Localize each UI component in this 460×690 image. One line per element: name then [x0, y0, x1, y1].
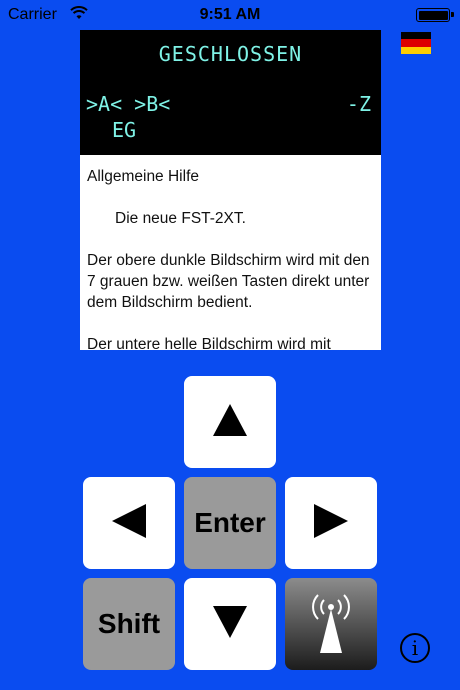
german-flag-icon[interactable] — [401, 32, 431, 54]
terminal-line-2-left: >A< >B< — [86, 92, 171, 116]
arrow-right-icon — [314, 503, 348, 543]
down-button[interactable] — [184, 578, 276, 670]
shift-button[interactable]: Shift — [83, 578, 175, 670]
shift-label: Shift — [97, 608, 161, 639]
help-paragraph: Der untere helle Bildschirm wird mit — [87, 336, 331, 350]
left-button[interactable] — [83, 477, 175, 569]
radio-antenna-icon — [301, 587, 361, 662]
arrow-up-icon — [213, 403, 247, 441]
arrow-down-icon — [213, 605, 247, 643]
up-button[interactable] — [184, 376, 276, 468]
status-bar: Carrier 9:51 AM — [0, 0, 460, 30]
enter-button[interactable]: Enter — [184, 477, 276, 569]
help-subtitle: Die neue FST-2XT. — [115, 210, 246, 227]
terminal-line-2-right: -Z — [346, 92, 371, 116]
help-text-panel[interactable]: Allgemeine Hilfe Die neue FST-2XT. Der o… — [80, 155, 381, 350]
enter-label: Enter — [194, 507, 266, 538]
help-paragraph: Der obere dunkle Bildschirm wird mit den… — [87, 252, 370, 311]
info-button[interactable]: i — [400, 633, 430, 663]
info-icon: i — [411, 636, 419, 660]
arrow-left-icon — [112, 503, 146, 543]
status-time: 9:51 AM — [199, 6, 261, 23]
right-button[interactable] — [285, 477, 377, 569]
terminal-display: GESCHLOSSEN >A< >B< -Z EG — [80, 30, 381, 155]
terminal-line-1: GESCHLOSSEN — [158, 42, 303, 66]
radio-button[interactable] — [285, 578, 377, 670]
battery-icon — [416, 8, 454, 22]
help-title: Allgemeine Hilfe — [87, 168, 199, 185]
terminal-line-3: EG — [112, 118, 137, 142]
